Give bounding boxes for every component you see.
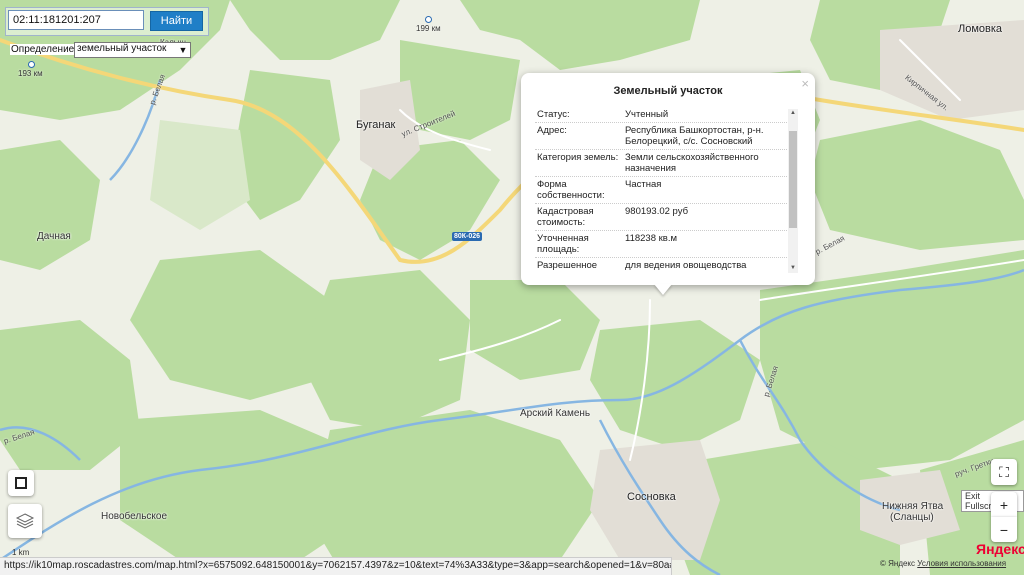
table-row: Кадастровая стоимость: 980193.02 руб (535, 204, 797, 231)
row-value: 980193.02 руб (625, 206, 689, 217)
row-key: Кадастровая стоимость: (537, 206, 594, 228)
km-199-label: 199 км (416, 24, 441, 33)
parcel-info-table: Статус: Учтенный Адрес: Республика Башко… (535, 107, 797, 271)
town-arsky-kamen-label: Арский Камень (520, 408, 591, 419)
cadastral-number-input[interactable] (8, 10, 144, 30)
popup-title: Земельный участок (613, 85, 723, 97)
town-dachnaya-label: Дачная (37, 231, 71, 242)
zoom-in-button[interactable]: + (991, 492, 1017, 517)
popup-scrollbar[interactable]: ▲ ▼ (788, 109, 798, 273)
town-slantsy-label: (Сланцы) (890, 512, 934, 523)
table-row: Категория земель: Земли сельскохозяйстве… (535, 150, 797, 177)
town-novobelskoe-label: Новобельское (101, 511, 168, 522)
search-button[interactable]: Найти (150, 11, 203, 31)
definition-label: Определение: (10, 44, 79, 55)
popup-pointer (654, 284, 672, 295)
terms-of-use-link[interactable]: Условия использования (917, 559, 1006, 568)
km-marker-199-icon (425, 16, 432, 23)
row-key: Категория земель: (537, 152, 619, 163)
scale-label: 1 km (12, 548, 30, 557)
zoom-out-button[interactable]: − (991, 517, 1017, 542)
table-row: Адрес: Республика Башкортостан, р-н. Бел… (535, 123, 797, 150)
row-key: Разрешенное использование: (537, 260, 598, 271)
row-value: для ведения овощеводства (625, 260, 747, 271)
scroll-down-icon[interactable]: ▼ (788, 264, 798, 273)
road-shield-80k026: 80К-026 (452, 232, 483, 241)
layers-icon (15, 513, 35, 529)
yandex-logo: Яндекс (976, 541, 1024, 557)
row-key: Форма собственности: (537, 179, 605, 201)
map-layers-button[interactable] (8, 504, 42, 538)
row-value: Частная (625, 179, 662, 190)
exit-fullscreen-icon: ⛶ (999, 463, 1009, 480)
row-value: Земли сельскохозяйственного назначения (625, 152, 759, 174)
browser-status-url: https://ik10map.roscadastres.com/map.htm… (0, 557, 672, 575)
layers-switch-button[interactable] (8, 470, 34, 496)
town-lomovka-label: Ломовка (958, 23, 1003, 35)
scrollbar-thumb[interactable] (789, 131, 797, 228)
row-key: Статус: (537, 109, 570, 120)
table-row: Разрешенное использование: для ведения о… (535, 258, 797, 271)
row-value: Учтенный (625, 109, 669, 120)
row-value: 118238 кв.м (625, 233, 678, 244)
chevron-down-icon: ▼ (178, 45, 188, 55)
row-key: Уточненная площадь: (537, 233, 589, 255)
parcel-info-popup: × Земельный участок Статус: Учтенный Адр… (521, 73, 815, 285)
row-value: Республика Башкортостан, р-н. Белорецкий… (625, 125, 764, 147)
town-buganak-label: Буганак (356, 119, 396, 131)
copyright-brand: © Яндекс (880, 559, 916, 568)
table-row: Уточненная площадь: 118238 кв.м (535, 231, 797, 258)
definition-selected-value: земельный участок (77, 43, 167, 54)
town-sosnovka-label: Сосновка (627, 491, 676, 503)
row-key: Адрес: (537, 125, 567, 136)
town-nizhnyaya-yatva-label: Нижняя Ятва (882, 501, 944, 512)
km-marker-193-icon (28, 61, 35, 68)
table-row: Статус: Учтенный (535, 107, 797, 123)
table-row: Форма собственности: Частная (535, 177, 797, 204)
copyright-info: © Яндекс Условия использования (880, 559, 1006, 568)
definition-select[interactable]: земельный участок ▼ (74, 42, 191, 58)
scroll-up-icon[interactable]: ▲ (788, 109, 798, 118)
square-frame-icon (15, 477, 27, 489)
fullscreen-button[interactable]: ⛶ (991, 459, 1017, 485)
km-193-label: 193 км (18, 69, 43, 78)
